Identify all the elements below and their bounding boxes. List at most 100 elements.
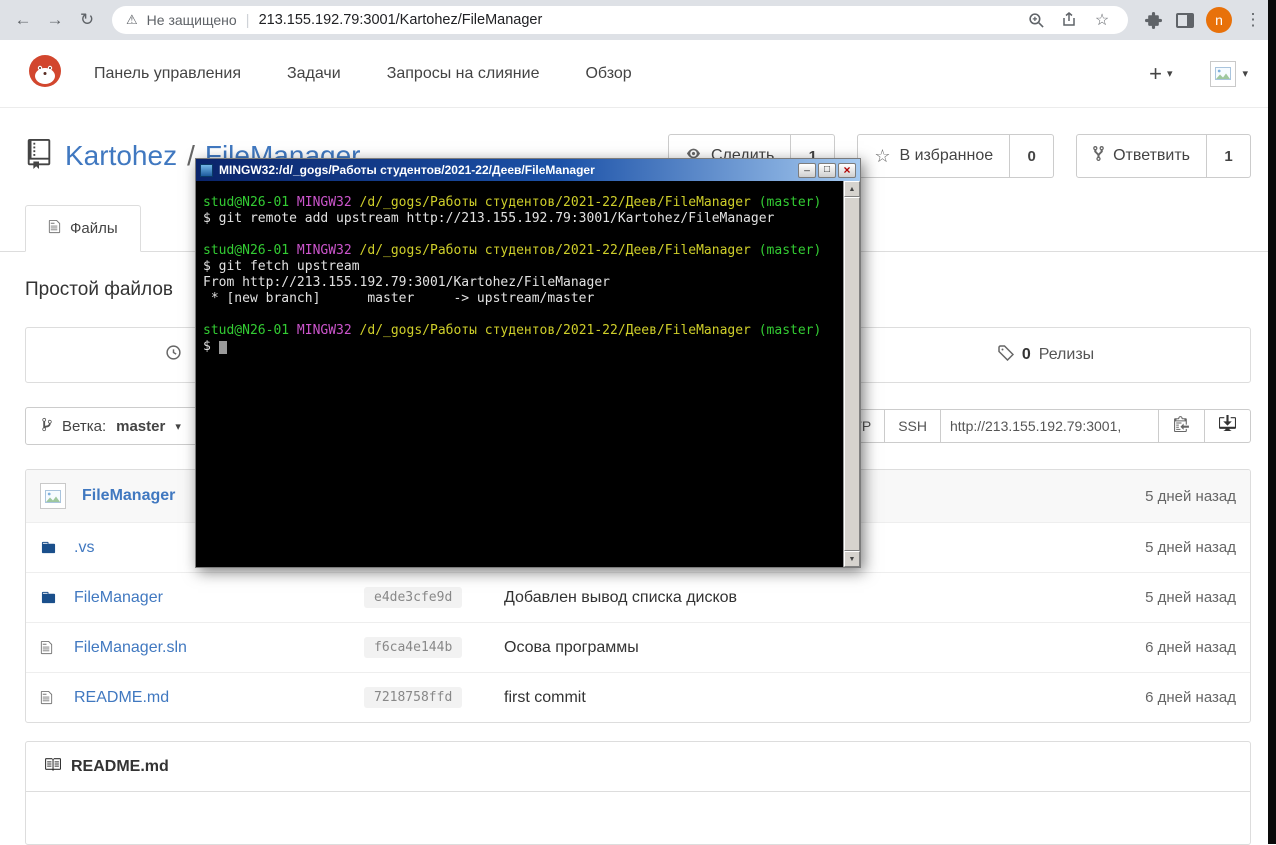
main-nav: Панель управления Задачи Запросы на слия… <box>94 65 632 83</box>
bookmark-star-icon[interactable]: ☆ <box>1090 10 1114 30</box>
back-button[interactable]: ← <box>8 5 38 35</box>
file-icon <box>40 690 74 705</box>
nav-item-dashboard[interactable]: Панель управления <box>94 65 241 83</box>
terminal-lines: stud@N26-01 MINGW32 /d/_gogs/Работы студ… <box>203 195 836 355</box>
chevron-down-icon: ▾ <box>1242 68 1248 80</box>
url-text[interactable]: 213.155.192.79:3001/Kartohez/FileManager <box>259 12 543 28</box>
terminal-cursor <box>218 341 227 354</box>
readme-panel: README.md <box>25 741 1251 845</box>
download-icon <box>1219 415 1236 437</box>
folder-icon <box>40 540 74 555</box>
releases-label: Релизы <box>1038 346 1095 363</box>
star-group: ☆ В избранное 0 <box>857 134 1055 178</box>
branch-icon <box>42 417 52 436</box>
clone-url-group: HTTP SSH <box>820 409 1251 443</box>
breadcrumb-separator: / <box>187 140 195 171</box>
file-name-link[interactable]: README.md <box>74 689 364 707</box>
browser-profile-avatar[interactable]: n <box>1206 7 1232 33</box>
page-scrollbar[interactable] <box>1268 0 1276 844</box>
file-icon <box>48 219 61 238</box>
terminal-window[interactable]: MINGW32:/d/_gogs/Работы студентов/2021-2… <box>195 158 861 568</box>
security-label: Не защищено <box>146 12 237 28</box>
readme-title: README.md <box>71 757 169 775</box>
fork-count[interactable]: 1 <box>1207 134 1251 178</box>
branch-selector[interactable]: Ветка: master ▾ <box>25 407 198 445</box>
tab-files-label: Файлы <box>70 220 118 237</box>
create-new-button[interactable]: + ▾ <box>1149 61 1172 87</box>
history-icon <box>165 344 182 366</box>
minimize-button[interactable]: _ <box>798 162 816 178</box>
chevron-down-icon: ▾ <box>1166 68 1173 80</box>
star-count[interactable]: 0 <box>1010 134 1055 178</box>
releases-count: 0 <box>1021 346 1031 363</box>
nav-item-explore[interactable]: Обзор <box>585 65 631 83</box>
releases-stat[interactable]: 0 Релизы <box>842 344 1250 366</box>
folder-icon <box>40 590 74 605</box>
terminal-line: stud@N26-01 MINGW32 /d/_gogs/Работы студ… <box>203 195 822 210</box>
file-age: 5 дней назад <box>1145 589 1236 606</box>
clone-url-input[interactable] <box>941 409 1159 443</box>
commit-sha-link[interactable]: 7218758ffd <box>364 687 463 708</box>
file-name-link[interactable]: FileManager.sln <box>74 639 364 657</box>
forward-button[interactable]: → <box>40 5 70 35</box>
gogs-logo[interactable] <box>28 54 62 93</box>
zoom-icon[interactable] <box>1024 12 1048 29</box>
book-icon <box>44 756 61 778</box>
fork-icon <box>1093 145 1104 167</box>
user-avatar <box>1210 60 1237 87</box>
scrollbar-thumb[interactable] <box>844 197 860 551</box>
plus-icon: + <box>1149 60 1162 86</box>
fork-button[interactable]: Ответвить <box>1076 134 1207 178</box>
nav-item-issues[interactable]: Задачи <box>287 65 341 83</box>
file-age: 5 дней назад <box>1145 539 1236 556</box>
star-button[interactable]: ☆ В избранное <box>857 134 1011 178</box>
browser-menu-icon[interactable]: ⋮ <box>1238 5 1268 35</box>
repo-book-icon <box>25 138 53 174</box>
clipboard-icon <box>1174 415 1189 437</box>
terminal-line: $ git remote add upstream http://213.155… <box>203 211 775 226</box>
side-panel-icon[interactable] <box>1170 5 1200 35</box>
ssh-protocol-button[interactable]: SSH <box>885 409 941 443</box>
terminal-line: $ <box>203 339 836 355</box>
terminal-line: stud@N26-01 MINGW32 /d/_gogs/Работы студ… <box>203 243 822 258</box>
address-separator: | <box>245 11 250 29</box>
terminal-line: * [new branch] master -> upstream/master <box>203 291 595 306</box>
commit-message: Осова программы <box>504 638 639 656</box>
commit-sha-link[interactable]: e4de3cfe9d <box>364 587 463 608</box>
commit-message: Добавлен вывод списка дисков <box>504 588 738 606</box>
file-icon <box>40 640 74 655</box>
terminal-scrollbar[interactable]: ▲ ▼ <box>843 181 860 567</box>
repo-owner-link[interactable]: Kartohez <box>65 140 177 172</box>
table-row: FileManager.sln f6ca4e144b Осова програм… <box>26 622 1250 672</box>
share-icon[interactable] <box>1057 12 1081 28</box>
address-bar[interactable]: ⚠ Не защищено | 213.155.192.79:3001/Kart… <box>112 6 1128 34</box>
commit-sha-link[interactable]: f6ca4e144b <box>364 637 463 658</box>
user-menu[interactable]: ▾ <box>1210 60 1248 87</box>
commit-age: 5 дней назад <box>1145 487 1236 505</box>
terminal-line: $ git fetch upstream <box>203 259 360 274</box>
nav-item-pull-requests[interactable]: Запросы на слияние <box>387 65 540 83</box>
extensions-puzzle-icon[interactable] <box>1138 5 1168 35</box>
download-button[interactable] <box>1205 409 1251 443</box>
table-row: README.md 7218758ffd first commit 6 дней… <box>26 672 1250 722</box>
not-secure-warning-icon[interactable]: ⚠ <box>126 12 138 28</box>
mingw-app-icon <box>200 163 213 177</box>
star-icon: ☆ <box>874 145 891 166</box>
close-button[interactable]: × <box>838 162 856 178</box>
copy-clone-url-button[interactable] <box>1159 409 1205 443</box>
scroll-down-icon[interactable]: ▼ <box>844 551 860 567</box>
file-age: 6 дней назад <box>1145 689 1236 706</box>
fork-label: Ответвить <box>1113 147 1190 164</box>
fork-group: Ответвить 1 <box>1076 134 1251 178</box>
readme-header: README.md <box>26 742 1250 792</box>
file-name-link[interactable]: FileManager <box>74 589 364 607</box>
refresh-button[interactable]: ↻ <box>72 5 102 35</box>
file-age: 6 дней назад <box>1145 639 1236 656</box>
scroll-up-icon[interactable]: ▲ <box>844 181 860 197</box>
tab-files[interactable]: Файлы <box>25 205 141 252</box>
table-row: FileManager e4de3cfe9d Добавлен вывод сп… <box>26 572 1250 622</box>
terminal-titlebar[interactable]: MINGW32:/d/_gogs/Работы студентов/2021-2… <box>196 159 860 181</box>
maximize-button[interactable]: □ <box>818 162 836 178</box>
